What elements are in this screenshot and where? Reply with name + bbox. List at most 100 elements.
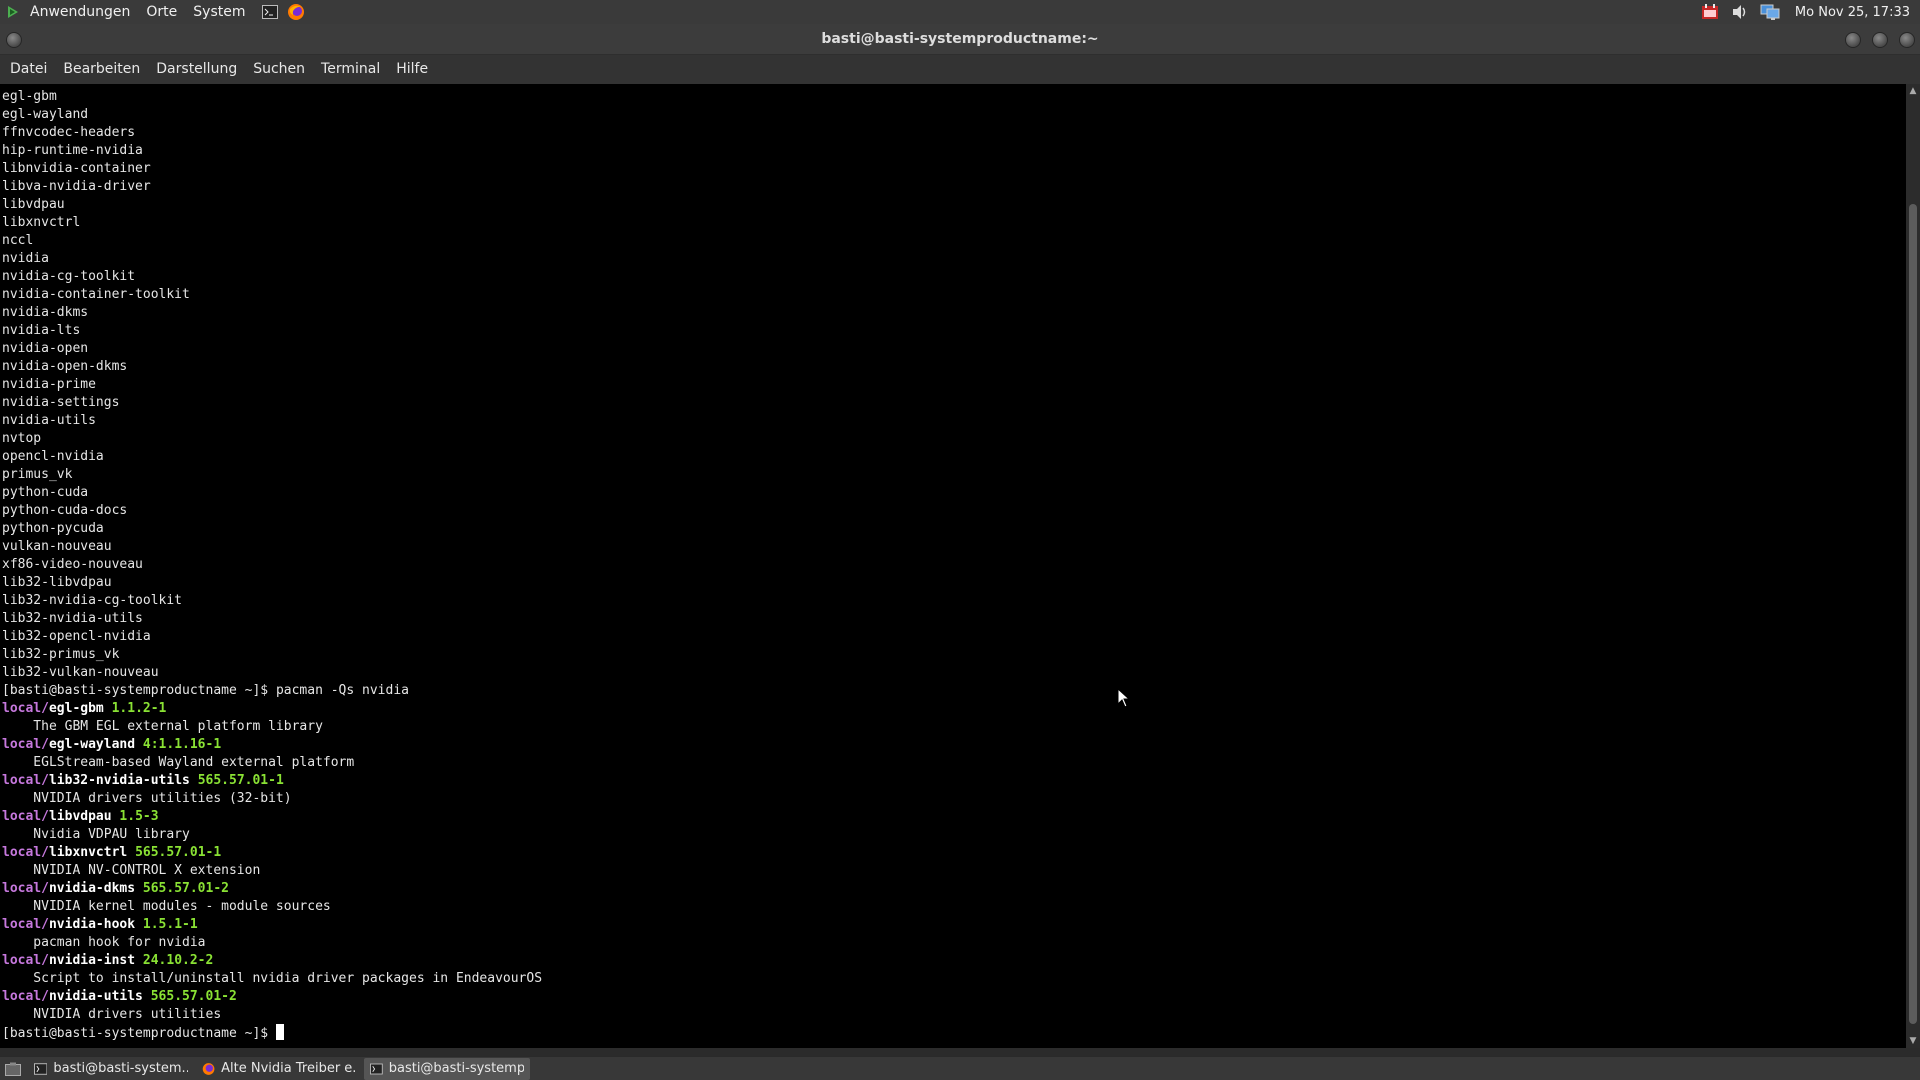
- package-name: libvdpau: [48, 809, 112, 824]
- final-prompt-line: [basti@basti-systemproductname ~]$: [2, 1024, 542, 1042]
- calendar-icon[interactable]: [1699, 1, 1721, 23]
- taskbar-task-terminal-1[interactable]: basti@basti-system...: [28, 1058, 194, 1080]
- terminal-line: xf86-video-nouveau: [2, 557, 143, 572]
- package-repo: local/: [2, 953, 49, 968]
- terminal-icon: [34, 1062, 48, 1075]
- terminal-line: nvidia: [2, 251, 49, 266]
- terminal-line: nvidia-open: [2, 341, 89, 356]
- terminal-output[interactable]: egl-gbm egl-wayland ffnvcodec-headers hip-r…: [0, 84, 1906, 1048]
- applications-menu-icon[interactable]: [6, 5, 20, 19]
- taskbar: basti@basti-system... Alte Nvidia Treibe…: [0, 1056, 1920, 1080]
- package-repo: local/: [2, 809, 49, 824]
- menu-terminal[interactable]: Terminal: [313, 55, 388, 84]
- clock[interactable]: Mo Nov 25, 17:33: [1789, 5, 1916, 20]
- package-name: nvidia-hook: [48, 917, 136, 932]
- terminal-line: hip-runtime-nvidia: [2, 143, 143, 158]
- package-repo: local/: [2, 917, 49, 932]
- package-header: local/libvdpau 1.5-3: [2, 808, 542, 826]
- package-name: nvidia-inst: [48, 953, 136, 968]
- package-header: local/egl-gbm 1.1.2-1: [2, 700, 542, 718]
- terminal-line: lib32-vulkan-nouveau: [2, 665, 159, 680]
- terminal-line: libnvidia-container: [2, 161, 151, 176]
- taskbar-task-terminal-2[interactable]: basti@basti-systemp...: [364, 1057, 530, 1080]
- package-version: 565.57.01-2: [150, 989, 237, 1004]
- minimize-button[interactable]: [1845, 32, 1861, 48]
- terminal-line: primus_vk: [2, 467, 73, 482]
- package-description: Nvidia VDPAU library: [2, 827, 190, 842]
- package-header: local/nvidia-utils 565.57.01-2: [2, 988, 542, 1006]
- top-panel: Anwendungen Orte System Mo Nov 25, 17:33: [0, 0, 1920, 24]
- terminal-line: nvidia-cg-toolkit: [2, 269, 136, 284]
- terminal-line: libva-nvidia-driver: [2, 179, 151, 194]
- mouse-pointer-icon: [1117, 687, 1131, 708]
- terminal-line: python-cuda: [2, 485, 89, 500]
- package-description: The GBM EGL external platform library: [2, 719, 323, 734]
- maximize-button[interactable]: [1872, 32, 1888, 48]
- menu-system[interactable]: System: [185, 0, 253, 24]
- package-version: 1.1.2-1: [111, 701, 167, 716]
- close-button[interactable]: [1899, 32, 1915, 48]
- package-name: libxnvctrl: [48, 845, 128, 860]
- package-name: egl-gbm: [48, 701, 104, 716]
- scroll-up-icon[interactable]: ▲: [1908, 86, 1918, 96]
- package-header: local/nvidia-inst 24.10.2-2: [2, 952, 542, 970]
- package-description: NVIDIA drivers utilities (32-bit): [2, 791, 292, 806]
- terminal-line: lib32-nvidia-cg-toolkit: [2, 593, 183, 608]
- package-version: 565.57.01-2: [142, 881, 229, 896]
- package-version: 1.5-3: [119, 809, 159, 824]
- terminal-line: nvidia-settings: [2, 395, 120, 410]
- terminal-line: nvidia-open-dkms: [2, 359, 128, 374]
- terminal-line: nvidia-lts: [2, 323, 81, 338]
- menu-applications[interactable]: Anwendungen: [22, 0, 138, 24]
- package-repo: local/: [2, 881, 49, 896]
- scroll-thumb[interactable]: [1909, 204, 1917, 1024]
- package-description: NVIDIA drivers utilities: [2, 1007, 222, 1022]
- terminal-line: nvtop: [2, 431, 42, 446]
- terminal-icon: [370, 1063, 383, 1074]
- terminal-line: egl-wayland: [2, 107, 89, 122]
- shell-command: pacman -Qs nvidia: [275, 683, 409, 698]
- package-repo: local/: [2, 773, 49, 788]
- menu-hilfe[interactable]: Hilfe: [388, 55, 436, 84]
- package-repo: local/: [2, 989, 49, 1004]
- terminal-line: lib32-opencl-nvidia: [2, 629, 151, 644]
- window-titlebar[interactable]: basti@basti-systemproductname:~: [0, 24, 1920, 55]
- terminal-lines: egl-gbm egl-wayland ffnvcodec-headers hip-r…: [2, 88, 542, 1042]
- terminal-line: opencl-nvidia: [2, 449, 104, 464]
- terminal-line: egl-gbm: [2, 89, 57, 104]
- package-description: NVIDIA kernel modules - module sources: [2, 899, 331, 914]
- terminal-line: nccl: [2, 233, 34, 248]
- menu-places[interactable]: Orte: [138, 0, 185, 24]
- menu-darstellung[interactable]: Darstellung: [148, 55, 245, 84]
- package-version: 565.57.01-1: [197, 773, 284, 788]
- taskbar-task-firefox[interactable]: Alte Nvidia Treiber e...: [196, 1058, 362, 1080]
- package-header: local/nvidia-hook 1.5.1-1: [2, 916, 542, 934]
- package-description: pacman hook for nvidia: [2, 935, 206, 950]
- package-name: nvidia-utils: [48, 989, 143, 1004]
- scroll-down-icon[interactable]: ▼: [1908, 1036, 1918, 1046]
- show-desktop-icon[interactable]: [2, 1058, 24, 1080]
- menu-suchen[interactable]: Suchen: [245, 55, 313, 84]
- package-repo: local/: [2, 737, 49, 752]
- task-label: basti@basti-system...: [53, 1061, 188, 1076]
- firefox-icon: [202, 1062, 215, 1075]
- terminal-launcher-icon[interactable]: [260, 2, 280, 22]
- menu-bearbeiten[interactable]: Bearbeiten: [55, 55, 148, 84]
- terminal-scrollbar[interactable]: ▲ ▼: [1906, 84, 1920, 1048]
- terminal-line: python-cuda-docs: [2, 503, 128, 518]
- terminal-line: ffnvcodec-headers: [2, 125, 136, 140]
- package-description: Script to install/uninstall nvidia drive…: [2, 971, 543, 986]
- network-icon[interactable]: [1759, 1, 1781, 23]
- terminal-line: vulkan-nouveau: [2, 539, 112, 554]
- package-name: lib32-nvidia-utils: [48, 773, 190, 788]
- terminal-line: libxnvctrl: [2, 215, 81, 230]
- terminal-menubar: Datei Bearbeiten Darstellung Suchen Term…: [0, 55, 1920, 84]
- terminal-line: lib32-nvidia-utils: [2, 611, 143, 626]
- terminal-line: libvdpau: [2, 197, 65, 212]
- menu-datei[interactable]: Datei: [2, 55, 55, 84]
- firefox-launcher-icon[interactable]: [286, 2, 306, 22]
- text-cursor: [275, 1024, 284, 1040]
- package-name: egl-wayland: [48, 737, 136, 752]
- volume-icon[interactable]: [1729, 1, 1751, 23]
- package-version: 24.10.2-2: [142, 953, 214, 968]
